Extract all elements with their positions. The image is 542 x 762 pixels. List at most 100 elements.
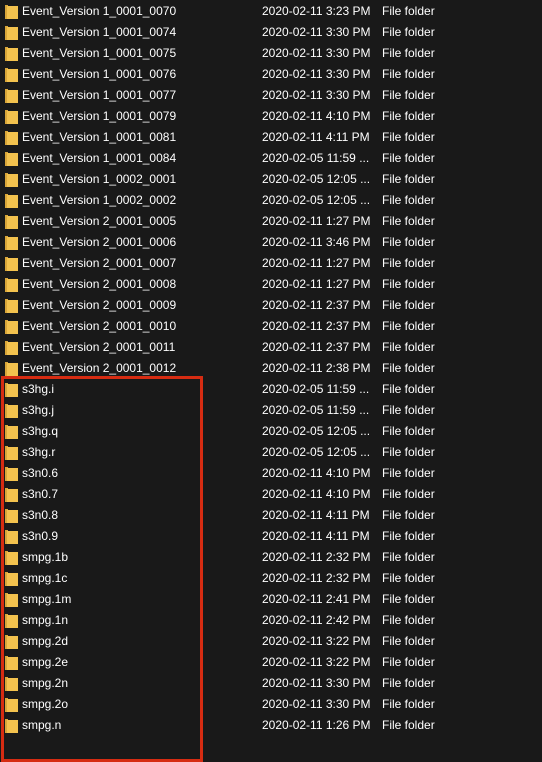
file-row[interactable]: smpg.n 2020-02-11 1:26 PM File folder <box>0 715 542 736</box>
file-row[interactable]: Event_Version 2_0001_0012 2020-02-11 2:38… <box>0 358 542 379</box>
date-modified: 2020-02-11 4:10 PM <box>262 487 371 501</box>
file-row[interactable]: smpg.1n 2020-02-11 2:42 PM File folder <box>0 610 542 631</box>
date-modified: 2020-02-11 3:23 PM <box>262 4 371 18</box>
file-row[interactable]: s3hg.q 2020-02-05 12:05 ... File folder <box>0 421 542 442</box>
file-row[interactable]: Event_Version 1_0001_0084 2020-02-05 11:5… <box>0 148 542 169</box>
file-row[interactable]: smpg.1b 2020-02-11 2:32 PM File folder <box>0 547 542 568</box>
file-row[interactable]: s3n0.9 2020-02-11 4:11 PM File folder <box>0 526 542 547</box>
folder-icon <box>5 488 18 502</box>
file-name: s3n0.8 <box>22 508 59 522</box>
date-modified: 2020-02-11 3:22 PM <box>262 634 371 648</box>
file-row[interactable]: Event_Version 2_0001_0005 2020-02-11 1:27… <box>0 211 542 232</box>
file-name: s3n0.7 <box>22 487 59 501</box>
file-type: File folder <box>382 319 435 333</box>
file-type: File folder <box>382 571 435 585</box>
file-name: Event_Version 1_0001_0079 <box>22 109 177 123</box>
file-row[interactable]: smpg.2o 2020-02-11 3:30 PM File folder <box>0 694 542 715</box>
file-row[interactable]: smpg.1c 2020-02-11 2:32 PM File folder <box>0 568 542 589</box>
file-type: File folder <box>382 340 435 354</box>
file-row[interactable]: s3n0.6 2020-02-11 4:10 PM File folder <box>0 463 542 484</box>
file-row[interactable]: Event_Version 2_0001_0006 2020-02-11 3:46… <box>0 232 542 253</box>
folder-icon <box>5 236 18 250</box>
file-type: File folder <box>382 67 435 81</box>
file-name: smpg.2e <box>22 655 69 669</box>
date-modified: 2020-02-11 2:42 PM <box>262 613 371 627</box>
file-row[interactable]: Event_Version 1_0002_0002 2020-02-05 12:0… <box>0 190 542 211</box>
file-row[interactable]: Event_Version 2_0001_0007 2020-02-11 1:27… <box>0 253 542 274</box>
file-type: File folder <box>382 655 435 669</box>
date-modified: 2020-02-11 3:46 PM <box>262 235 371 249</box>
file-type: File folder <box>382 718 435 732</box>
folder-icon <box>5 551 18 565</box>
file-row[interactable]: smpg.2n 2020-02-11 3:30 PM File folder <box>0 673 542 694</box>
date-modified: 2020-02-11 3:30 PM <box>262 67 371 81</box>
file-row[interactable]: Event_Version 2_0001_0008 2020-02-11 1:27… <box>0 274 542 295</box>
folder-icon <box>5 89 18 103</box>
folder-icon <box>5 110 18 124</box>
file-row[interactable]: Event_Version 1_0001_0079 2020-02-11 4:10… <box>0 106 542 127</box>
file-type: File folder <box>382 214 435 228</box>
file-name: s3n0.6 <box>22 466 59 480</box>
file-row[interactable]: smpg.1m 2020-02-11 2:41 PM File folder <box>0 589 542 610</box>
folder-icon <box>5 719 18 733</box>
file-row[interactable]: smpg.2d 2020-02-11 3:22 PM File folder <box>0 631 542 652</box>
file-name: Event_Version 2_0001_0010 <box>22 319 177 333</box>
date-modified: 2020-02-11 3:30 PM <box>262 25 371 39</box>
date-modified: 2020-02-11 3:30 PM <box>262 676 371 690</box>
date-modified: 2020-02-11 2:32 PM <box>262 571 371 585</box>
date-modified: 2020-02-05 12:05 ... <box>262 172 371 186</box>
file-row[interactable]: Event_Version 1_0001_0076 2020-02-11 3:30… <box>0 64 542 85</box>
file-row[interactable]: s3n0.8 2020-02-11 4:11 PM File folder <box>0 505 542 526</box>
folder-icon <box>5 362 18 376</box>
file-name: Event_Version 2_0001_0005 <box>22 214 177 228</box>
file-type: File folder <box>382 529 435 543</box>
date-modified: 2020-02-11 4:10 PM <box>262 109 371 123</box>
folder-icon <box>5 593 18 607</box>
folder-icon <box>5 677 18 691</box>
file-row[interactable]: s3hg.i 2020-02-05 11:59 ... File folder <box>0 379 542 400</box>
file-row[interactable]: Event_Version 1_0001_0075 2020-02-11 3:30… <box>0 43 542 64</box>
file-name: smpg.2o <box>22 697 69 711</box>
date-modified: 2020-02-11 2:41 PM <box>262 592 371 606</box>
date-modified: 2020-02-05 11:59 ... <box>262 151 370 165</box>
file-type: File folder <box>382 382 435 396</box>
file-type: File folder <box>382 508 435 522</box>
file-type: File folder <box>382 550 435 564</box>
file-name: s3hg.q <box>22 424 59 438</box>
file-type: File folder <box>382 697 435 711</box>
file-row[interactable]: smpg.2e 2020-02-11 3:22 PM File folder <box>0 652 542 673</box>
file-row[interactable]: Event_Version 1_0001_0081 2020-02-11 4:11… <box>0 127 542 148</box>
date-modified: 2020-02-11 2:37 PM <box>262 298 371 312</box>
file-name: s3hg.r <box>22 445 56 459</box>
file-name: smpg.2d <box>22 634 69 648</box>
file-row[interactable]: s3n0.7 2020-02-11 4:10 PM File folder <box>0 484 542 505</box>
folder-icon <box>5 467 18 481</box>
folder-icon <box>5 194 18 208</box>
file-row[interactable]: s3hg.j 2020-02-05 11:59 ... File folder <box>0 400 542 421</box>
folder-icon <box>5 572 18 586</box>
file-name: Event_Version 2_0001_0006 <box>22 235 177 249</box>
folder-icon <box>5 299 18 313</box>
date-modified: 2020-02-11 3:30 PM <box>262 88 371 102</box>
file-type: File folder <box>382 4 435 18</box>
file-row[interactable]: Event_Version 1_0001_0077 2020-02-11 3:30… <box>0 85 542 106</box>
file-list: Event_Version 1_0001_0070 2020-02-11 3:23… <box>0 1 542 736</box>
file-row[interactable]: Event_Version 2_0001_0010 2020-02-11 2:37… <box>0 316 542 337</box>
folder-icon <box>5 425 18 439</box>
folder-icon <box>5 68 18 82</box>
file-name: smpg.1n <box>22 613 69 627</box>
folder-icon <box>5 257 18 271</box>
date-modified: 2020-02-11 2:32 PM <box>262 550 371 564</box>
file-type: File folder <box>382 424 435 438</box>
file-name: Event_Version 1_0002_0001 <box>22 172 177 186</box>
file-name: s3n0.9 <box>22 529 59 543</box>
file-row[interactable]: s3hg.r 2020-02-05 12:05 ... File folder <box>0 442 542 463</box>
file-row[interactable]: Event_Version 1_0001_0074 2020-02-11 3:30… <box>0 22 542 43</box>
file-row[interactable]: Event_Version 2_0001_0009 2020-02-11 2:37… <box>0 295 542 316</box>
file-row[interactable]: Event_Version 1_0002_0001 2020-02-05 12:0… <box>0 169 542 190</box>
file-row[interactable]: Event_Version 1_0001_0070 2020-02-11 3:23… <box>0 1 542 22</box>
file-type: File folder <box>382 193 435 207</box>
file-row[interactable]: Event_Version 2_0001_0011 2020-02-11 2:37… <box>0 337 542 358</box>
folder-icon <box>5 698 18 712</box>
folder-icon <box>5 656 18 670</box>
